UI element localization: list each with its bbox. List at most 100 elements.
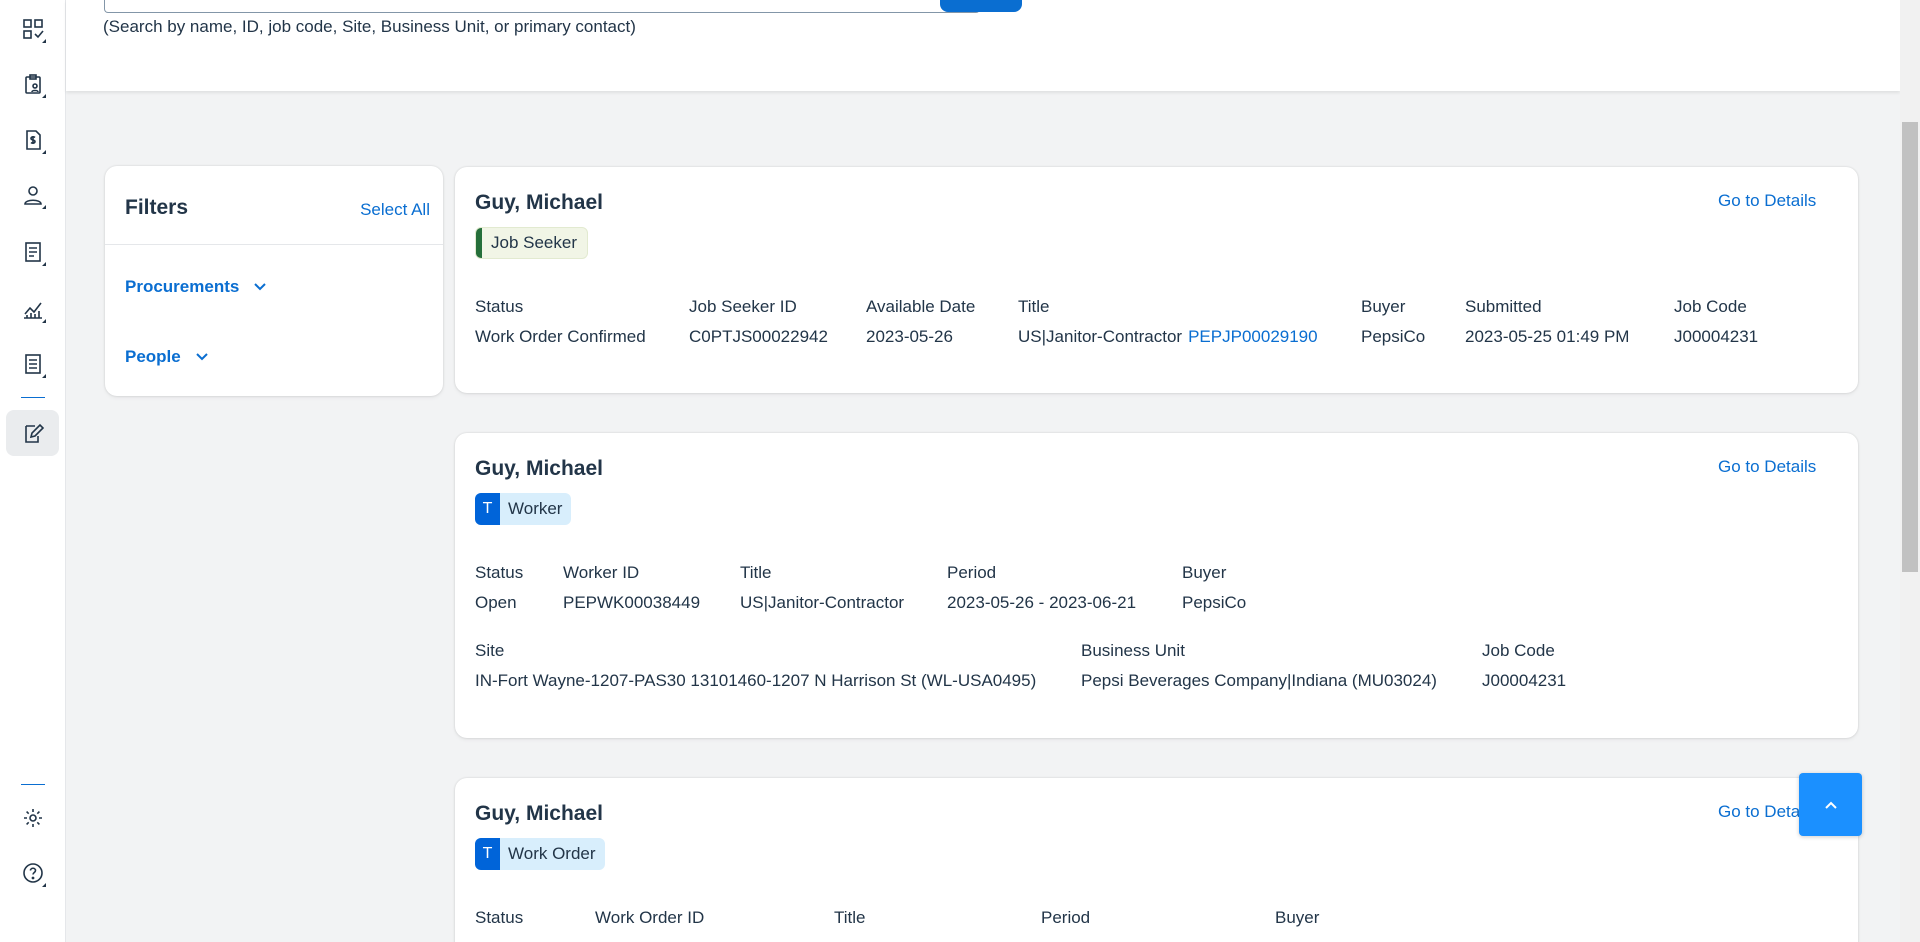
nav-item-document-list[interactable] bbox=[6, 341, 59, 387]
field-value-row: US|Janitor-Contractor PEPJP00029190 bbox=[1018, 327, 1318, 347]
nav-item-clipboard-person[interactable] bbox=[6, 61, 59, 107]
field-value: PepsiCo bbox=[1361, 327, 1426, 346]
side-navigation bbox=[0, 0, 66, 942]
field-buyer: Buyer PepsiCo bbox=[1361, 297, 1425, 347]
field-buyer: Buyer PepsiCo bbox=[1182, 563, 1246, 613]
go-to-details-link[interactable]: Go to Details bbox=[1718, 457, 1816, 477]
nav-item-person[interactable] bbox=[6, 172, 59, 218]
type-tag-work-order: T Work Order bbox=[475, 838, 605, 870]
candidate-name: Guy, Michael bbox=[475, 802, 603, 825]
field-label: Job Code bbox=[1482, 641, 1555, 660]
field-label: Business Unit bbox=[1081, 641, 1185, 660]
field-label: Period bbox=[947, 563, 997, 582]
qr-check-icon bbox=[22, 19, 44, 39]
filter-group-label: People bbox=[125, 347, 181, 366]
field-period: Period 2023-05-26 - 2023-06-21 bbox=[947, 563, 1136, 613]
field-label: Available Date bbox=[866, 297, 976, 316]
field-title: Title US|Janitor-Contractor PEPJP00029190 bbox=[1018, 297, 1318, 347]
result-card-job-seeker: Guy, Michael Go to Details Job Seeker St… bbox=[455, 167, 1858, 393]
field-label: Buyer bbox=[1275, 908, 1320, 927]
scroll-to-top-button[interactable] bbox=[1799, 773, 1862, 836]
field-submitted: Submitted 2023-05-25 01:49 PM bbox=[1465, 297, 1629, 347]
job-posting-link[interactable]: PEPJP00029190 bbox=[1188, 327, 1318, 346]
field-value: PepsiCo bbox=[1182, 593, 1247, 612]
expand-corner-icon bbox=[42, 319, 46, 323]
result-card-work-order: Guy, Michael Go to Details T Work Order … bbox=[455, 778, 1858, 942]
nav-item-invoice[interactable] bbox=[6, 117, 59, 163]
field-value: J00004231 bbox=[1674, 327, 1759, 346]
type-tag-job-seeker: Job Seeker bbox=[475, 227, 588, 259]
field-label: Status bbox=[475, 563, 524, 582]
field-label: Status bbox=[475, 908, 524, 927]
help-circle-icon bbox=[22, 863, 43, 883]
field-value: Open bbox=[475, 593, 517, 612]
field-status: Status Work Order Confirmed bbox=[475, 297, 646, 347]
chevron-up-icon bbox=[1824, 801, 1837, 809]
candidate-name: Guy, Michael bbox=[475, 457, 603, 480]
search-button[interactable] bbox=[940, 0, 1022, 12]
expand-corner-icon bbox=[42, 94, 46, 98]
field-job-code: Job Code J00004231 bbox=[1482, 641, 1566, 691]
expand-corner-icon bbox=[42, 883, 46, 887]
field-label: Job Code bbox=[1674, 297, 1747, 316]
field-title: Title US|Janitor-Contractor bbox=[740, 563, 904, 613]
chevron-down-icon bbox=[254, 283, 267, 291]
divider bbox=[105, 244, 443, 245]
field-period: Period bbox=[1041, 908, 1090, 938]
field-label: Status bbox=[475, 297, 524, 316]
nav-item-analytics[interactable] bbox=[6, 286, 59, 332]
tag-letter: T bbox=[475, 838, 500, 870]
analytics-chart-icon bbox=[23, 302, 42, 319]
search-panel: (Search by name, ID, job code, Site, Bus… bbox=[66, 0, 1900, 91]
expand-corner-icon bbox=[42, 374, 46, 378]
scrollbar-thumb[interactable] bbox=[1902, 122, 1918, 572]
field-label: Buyer bbox=[1182, 563, 1227, 582]
field-title: Title bbox=[834, 908, 866, 938]
field-job-seeker-id: Job Seeker ID C0PTJS00022942 bbox=[689, 297, 828, 347]
expand-corner-icon bbox=[42, 205, 46, 209]
search-input[interactable] bbox=[104, 0, 980, 13]
document-list-icon bbox=[24, 354, 41, 374]
expand-corner-icon bbox=[42, 39, 46, 43]
filter-group-people[interactable]: People bbox=[125, 347, 209, 367]
type-tag-worker: T Worker bbox=[475, 493, 572, 525]
settings-button[interactable] bbox=[6, 795, 59, 841]
field-work-order-id: Work Order ID bbox=[595, 908, 704, 938]
clipboard-person-icon bbox=[24, 74, 41, 94]
field-status: Status bbox=[475, 908, 523, 938]
nav-separator-bottom bbox=[21, 784, 45, 785]
field-value: 2023-05-25 01:49 PM bbox=[1465, 327, 1630, 346]
filter-group-procurements[interactable]: Procurements bbox=[125, 277, 267, 297]
nav-item-edit-document[interactable] bbox=[6, 410, 59, 456]
field-label: Job Seeker ID bbox=[689, 297, 797, 316]
nav-item-qr-check[interactable] bbox=[6, 6, 59, 52]
field-value: Work Order Confirmed bbox=[475, 327, 646, 346]
field-label: Buyer bbox=[1361, 297, 1406, 316]
help-button[interactable] bbox=[6, 850, 59, 896]
nav-item-receipt[interactable] bbox=[6, 229, 59, 275]
gear-icon bbox=[23, 809, 42, 827]
field-value: US|Janitor-Contractor bbox=[1018, 327, 1183, 346]
tag-label: Job Seeker bbox=[491, 233, 577, 252]
field-status: Status Open bbox=[475, 563, 523, 613]
go-to-details-link[interactable]: Go to Details bbox=[1718, 191, 1816, 211]
field-label: Worker ID bbox=[563, 563, 640, 582]
field-worker-id: Worker ID PEPWK00038449 bbox=[563, 563, 700, 613]
expand-corner-icon bbox=[42, 262, 46, 266]
person-icon bbox=[23, 186, 42, 205]
tag-label: Work Order bbox=[508, 844, 596, 863]
chevron-down-icon bbox=[196, 353, 208, 361]
filter-group-label: Procurements bbox=[125, 277, 240, 296]
field-value: IN-Fort Wayne-1207-PAS30 13101460-1207 N… bbox=[475, 671, 1037, 690]
search-hint: (Search by name, ID, job code, Site, Bus… bbox=[103, 17, 636, 36]
select-all-link[interactable]: Select All bbox=[360, 200, 430, 220]
receipt-icon bbox=[24, 242, 41, 262]
field-label: Title bbox=[834, 908, 866, 927]
field-value: J00004231 bbox=[1482, 671, 1567, 690]
field-value: C0PTJS00022942 bbox=[689, 327, 828, 346]
field-value: 2023-05-26 - 2023-06-21 bbox=[947, 593, 1137, 612]
field-buyer: Buyer bbox=[1275, 908, 1319, 938]
field-value: US|Janitor-Contractor bbox=[740, 593, 905, 612]
tag-label: Worker bbox=[508, 499, 563, 518]
field-label: Title bbox=[1018, 297, 1050, 316]
